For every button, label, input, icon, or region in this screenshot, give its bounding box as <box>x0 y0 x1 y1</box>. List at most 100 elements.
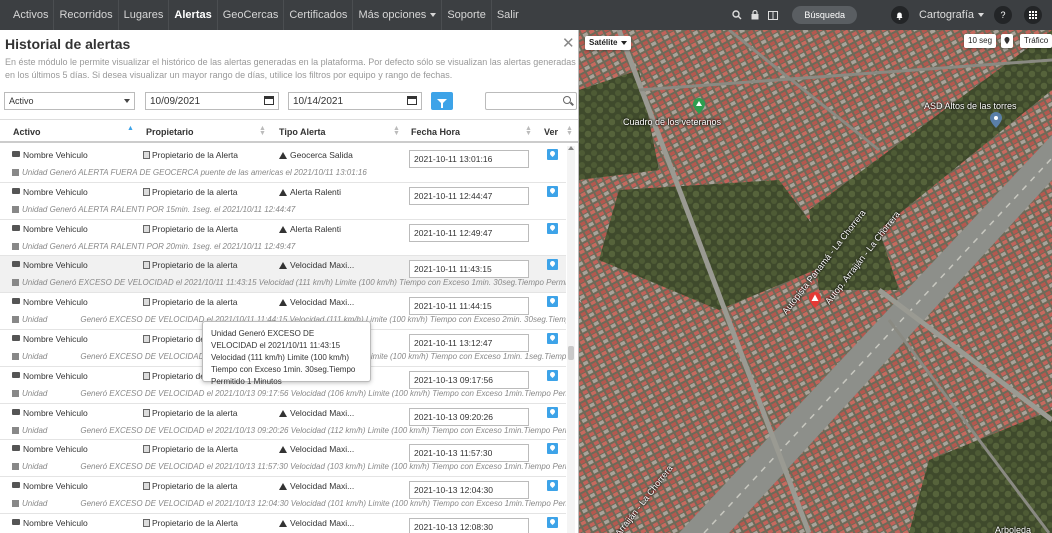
refresh-interval-button[interactable]: 10 seg <box>964 34 997 48</box>
park-marker-icon[interactable] <box>692 98 706 114</box>
vehicle-name: Nombre Vehiculo <box>23 407 88 418</box>
owner-cell: Propietario de la Alerta <box>143 518 275 528</box>
close-icon[interactable]: ✕ <box>562 34 575 52</box>
nav-lugares[interactable]: Lugares <box>119 0 170 30</box>
filter-button[interactable] <box>431 92 453 110</box>
column-propietario[interactable]: Propietario <box>146 127 194 137</box>
notifications-bell-icon[interactable] <box>890 6 909 24</box>
chevron-down-icon <box>621 40 628 45</box>
table-row[interactable]: Nombre Vehiculo Propietario de la alerta… <box>0 183 566 220</box>
alert-message: Unidad Generó EXCESO DE VELOCIDAD el 2021… <box>12 499 566 508</box>
datetime-cell: 2021-10-13 12:08:30 <box>409 517 529 533</box>
table-row[interactable]: Nombre Vehiculo Propietario de la alerta… <box>0 256 566 294</box>
sort-icon[interactable]: ▲ ▼ <box>566 125 573 137</box>
date-to-input[interactable]: 10/14/2021 <box>288 92 422 110</box>
vehicle-cell: Nombre Vehiculo <box>12 444 140 454</box>
vehicle-name: Nombre Vehiculo <box>23 444 88 455</box>
view-on-map-icon[interactable] <box>547 516 558 528</box>
vehicle-cell: Nombre Vehiculo <box>12 297 140 307</box>
nav-activos[interactable]: Activos <box>0 0 55 30</box>
car-icon <box>12 151 20 157</box>
alert-message: Unidad Generó EXCESO DE VELOCIDAD el 2021… <box>12 389 566 398</box>
view-on-map-icon[interactable] <box>547 185 558 197</box>
warning-icon <box>279 188 287 196</box>
table-scrollbar[interactable] <box>567 146 575 533</box>
sort-asc-icon[interactable]: ▲ <box>127 125 134 132</box>
lock-icon[interactable] <box>746 0 764 30</box>
sort-icon[interactable]: ▲ ▼ <box>393 125 400 137</box>
search-button[interactable]: Búsqueda <box>792 6 857 24</box>
sort-icon[interactable]: ▲ ▼ <box>525 125 532 137</box>
table-row[interactable]: Nombre Vehiculo Propietario de la alerta… <box>0 404 566 441</box>
help-icon[interactable]: ? <box>994 6 1012 24</box>
search-icon[interactable] <box>728 0 746 30</box>
column-activo[interactable]: Activo <box>13 127 41 137</box>
map-pin-icon[interactable] <box>1001 34 1013 48</box>
traffic-button[interactable]: Tráfico <box>1020 34 1052 48</box>
alert-type-cell: Velocidad Maxi... <box>279 408 404 418</box>
columns-icon[interactable] <box>764 0 782 30</box>
owner-cell: Propietario de la alerta <box>143 481 275 491</box>
map-type-select[interactable]: Cartografía <box>919 9 984 21</box>
alert-type-cell: Alerta Ralenti <box>279 187 404 197</box>
calendar-icon[interactable] <box>407 96 417 105</box>
message-icon <box>12 463 19 471</box>
table-scrollbar-thumb[interactable] <box>568 346 574 360</box>
view-on-map-icon[interactable] <box>547 443 558 455</box>
nav-soporte[interactable]: Soporte <box>442 0 492 30</box>
column-tipo-alerta[interactable]: Tipo Alerta <box>279 127 326 137</box>
alert-type: Alerta Ralenti <box>290 223 342 234</box>
filter-icon <box>437 98 447 108</box>
view-on-map-icon[interactable] <box>547 332 558 344</box>
view-on-map-icon[interactable] <box>547 406 558 418</box>
table-row[interactable]: Nombre Vehiculo Propietario de la Alerta… <box>0 146 566 183</box>
asset-filter-value: Activo <box>9 96 34 106</box>
apps-grid-icon[interactable] <box>1024 6 1042 24</box>
alert-message: Unidad Generó EXCESO DE VELOCIDAD el 202… <box>12 278 566 287</box>
table-row[interactable]: Nombre Vehiculo Propietario de la Alerta… <box>0 440 566 478</box>
view-on-map-icon[interactable] <box>547 369 558 381</box>
datetime-cell: 2021-10-11 13:12:47 <box>409 333 529 352</box>
table-row[interactable]: Nombre Vehiculo Propietario de la Alerta… <box>0 514 566 533</box>
alert-message-prefix: Unidad <box>22 278 48 288</box>
nav-salir[interactable]: Salir <box>492 0 524 30</box>
column-fecha-hora[interactable]: Fecha Hora <box>411 127 460 137</box>
poi-marker-icon[interactable] <box>989 112 1003 128</box>
document-icon <box>143 261 150 270</box>
view-on-map-icon[interactable] <box>547 296 558 308</box>
view-on-map-icon[interactable] <box>547 222 558 234</box>
map-layer-select[interactable]: Satélite <box>585 36 632 50</box>
view-on-map-icon[interactable] <box>547 149 558 160</box>
collapse-panel-icon[interactable]: ‹ <box>579 295 585 305</box>
datetime-cell: 2021-10-11 11:43:15 <box>409 260 529 279</box>
page-title: Historial de alertas <box>5 36 131 52</box>
satellite-map[interactable]: Satélite 10 seg Tráfico ASD Altos de las… <box>579 30 1052 533</box>
nav-geocercas[interactable]: GeoCercas <box>218 0 285 30</box>
view-on-map-icon[interactable] <box>547 259 558 271</box>
nav-alertas[interactable]: Alertas <box>169 0 218 30</box>
date-from-input[interactable]: 10/09/2021 <box>145 92 279 110</box>
table-row[interactable]: Nombre Vehiculo Propietario de la Alerta… <box>0 220 566 257</box>
document-icon <box>143 334 150 343</box>
alert-type: Geocerca Salida <box>290 150 353 160</box>
map-label-veteranos: Cuadro de los veteranos <box>623 117 722 127</box>
document-icon <box>143 518 150 527</box>
sort-icon[interactable]: ▲ ▼ <box>259 125 266 137</box>
alert-message-prefix: Unidad <box>22 425 48 435</box>
nav-mas-opciones[interactable]: Más opciones <box>353 0 443 30</box>
date-from-value: 10/09/2021 <box>150 96 201 107</box>
table-search-input[interactable] <box>485 92 577 110</box>
asset-filter-select[interactable]: Activo <box>4 92 135 110</box>
warning-icon <box>279 262 287 270</box>
nav-certificados[interactable]: Certificados <box>284 0 354 30</box>
table-row[interactable]: Nombre Vehiculo Propietario de la alerta… <box>0 477 566 514</box>
message-icon <box>12 205 19 213</box>
scroll-up-arrow-icon[interactable] <box>568 146 574 150</box>
vehicle-name: Nombre Vehiculo <box>23 150 88 160</box>
calendar-icon[interactable] <box>264 96 274 105</box>
nav-recorridos[interactable]: Recorridos <box>54 0 119 30</box>
view-on-map-icon[interactable] <box>547 480 558 492</box>
owner-cell: Propietario de la Alerta <box>143 150 275 160</box>
alert-location-marker-icon[interactable] <box>808 292 822 308</box>
nav-mas-opciones-label: Más opciones <box>358 9 427 21</box>
